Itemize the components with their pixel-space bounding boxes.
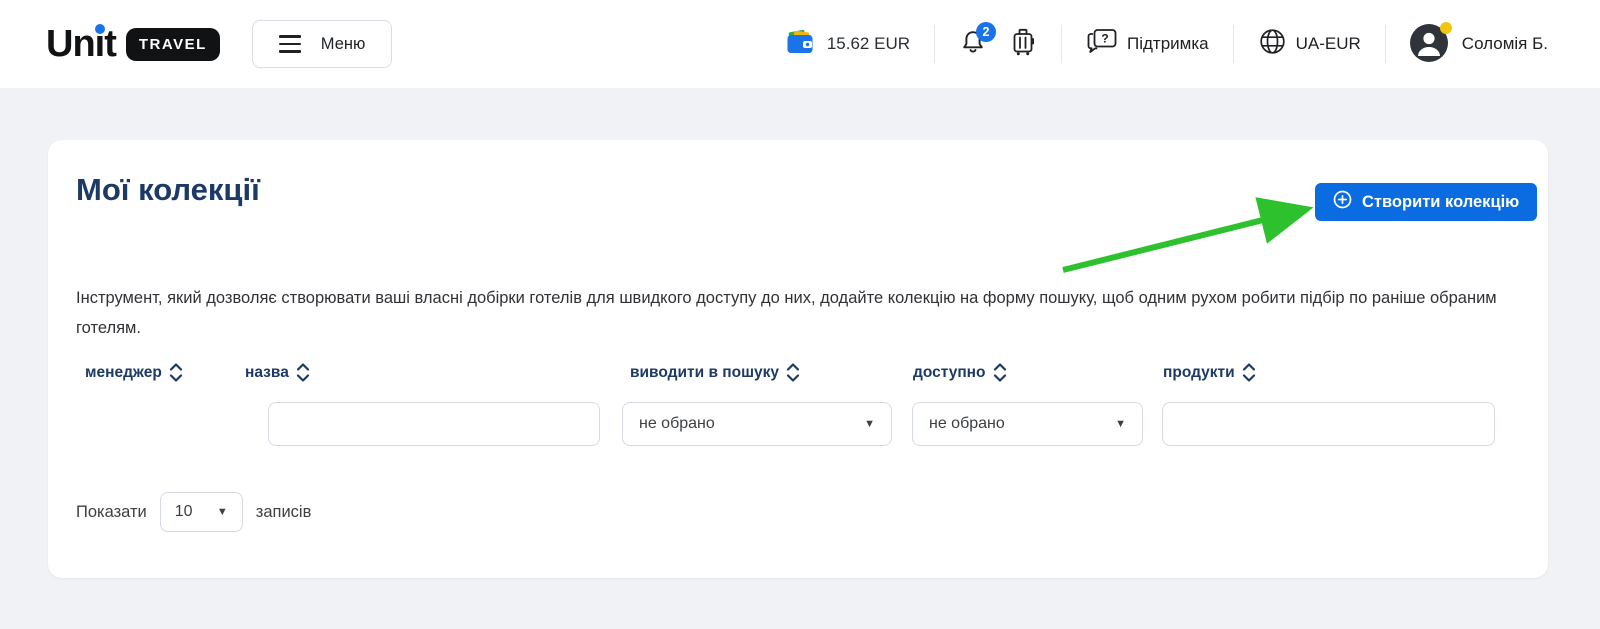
show-in-search-select[interactable]: не обрано ▼ [622,402,892,446]
column-header-manager[interactable]: менеджер [85,362,183,383]
brand-dot-icon [95,24,105,34]
divider [1233,25,1234,63]
column-header-products[interactable]: продукти [1163,362,1256,383]
hamburger-icon [279,35,301,52]
page-size-control: Показати 10 ▼ записів [76,492,311,532]
sort-icon [1242,362,1256,383]
luggage-icon [1009,27,1037,62]
create-collection-button[interactable]: Створити колекцію [1315,183,1537,221]
chevron-down-icon: ▼ [1115,418,1126,430]
brand-logo[interactable]: Unit TRAVEL [46,23,220,66]
svg-text:?: ? [1101,31,1108,45]
globe-icon [1258,27,1287,61]
menu-button[interactable]: Меню [252,20,393,68]
sort-icon [786,362,800,383]
available-select[interactable]: не обрано ▼ [912,402,1143,446]
brand-badge: TRAVEL [126,28,220,61]
wallet-icon [786,28,816,60]
navbar-right: 15.62 EUR 2 [786,24,1548,64]
menu-button-label: Меню [321,35,366,54]
balance-amount: 15.62 EUR [827,34,910,54]
divider [934,25,935,63]
create-collection-label: Створити колекцію [1362,193,1519,212]
support-label: Підтримка [1127,34,1209,54]
chevron-down-icon: ▼ [864,418,875,430]
page-title: Мої колекції [76,172,260,208]
chevron-down-icon: ▼ [217,506,228,518]
plus-circle-icon [1333,190,1352,214]
products-filter-input[interactable] [1162,402,1495,446]
page-body: Мої колекції Створити колекцію Інструмен… [0,140,1600,578]
brand-name: Unit [46,23,116,66]
sort-icon [296,362,310,383]
collections-card: Мої колекції Створити колекцію Інструмен… [48,140,1548,578]
presence-dot-icon [1440,22,1452,34]
divider [1061,25,1062,63]
navbar: Unit TRAVEL Меню 15.62 EUR [0,0,1600,88]
trips-button[interactable] [1009,27,1037,62]
locale-label: UA-EUR [1296,34,1361,54]
column-header-name[interactable]: назва [245,362,310,383]
show-label: Показати [76,503,147,522]
notifications-count-badge: 2 [976,22,996,42]
locale-currency-selector[interactable]: UA-EUR [1258,27,1361,61]
sort-icon [993,362,1007,383]
divider [1385,25,1386,63]
notifications-button[interactable]: 2 [959,28,987,61]
page-description: Інструмент, який дозволяє створювати ваш… [76,283,1514,343]
name-filter-input[interactable] [268,402,600,446]
sort-icon [169,362,183,383]
page-size-select[interactable]: 10 ▼ [160,492,243,532]
support-button[interactable]: ? Підтримка [1086,27,1209,62]
records-label: записів [256,503,312,522]
support-chat-icon: ? [1086,27,1118,62]
column-header-available[interactable]: доступно [913,362,1007,383]
annotation-arrow [1051,195,1331,285]
column-header-show-in-search[interactable]: виводити в пошуку [630,362,800,383]
wallet-balance[interactable]: 15.62 EUR [786,28,910,60]
user-name: Соломія Б. [1462,34,1548,54]
user-menu[interactable]: Соломія Б. [1410,24,1548,64]
